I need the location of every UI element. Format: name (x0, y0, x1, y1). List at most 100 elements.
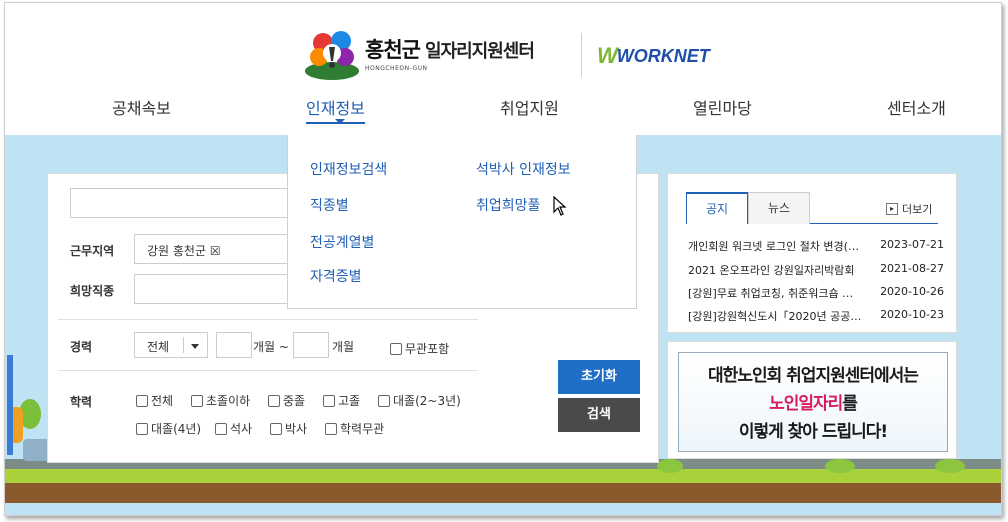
active-caret-icon (335, 119, 345, 124)
edu-label: 고졸 (338, 394, 361, 408)
county-name: 홍천군 (365, 38, 421, 62)
notice-title: [강원]강원혁신도시「2020년 공공… (688, 310, 862, 323)
submenu-job-wish-pool[interactable]: 취업희망풀 (476, 195, 540, 215)
chevron-right-icon: ▸ (886, 203, 898, 215)
edu-label: 박사 (285, 422, 308, 436)
edu-checkbox-doctor[interactable]: 박사 (270, 420, 307, 437)
tab-notice[interactable]: 공지 (686, 192, 748, 224)
checkbox-box (378, 394, 390, 407)
submenu-by-occupation[interactable]: 직종별 (310, 195, 349, 215)
edu-label: 석사 (230, 422, 253, 436)
more-link[interactable]: ▸ 더보기 (886, 201, 932, 217)
checkbox-box (390, 342, 402, 355)
notice-row[interactable]: [강원]강원혁신도시「2020년 공공… 2020-10-23 (688, 308, 944, 324)
main-navigation: 공채속보 인재정보 취업지원 열린마당 센터소개 (5, 95, 1001, 127)
notice-date: 2020-10-26 (880, 285, 944, 298)
job-label: 희망직종 (70, 284, 115, 298)
logo-divider (581, 33, 582, 77)
edu-label: 초졸이하 (206, 394, 251, 408)
bush-decoration (657, 459, 683, 473)
bush-decoration (825, 459, 855, 473)
keyword-input[interactable] (70, 188, 292, 218)
job-field[interactable] (134, 274, 292, 304)
notice-row[interactable]: 개인회원 워크넷 로그인 절차 변경(… 2023-07-21 (688, 238, 944, 254)
notice-title: 개인회원 워크넷 로그인 절차 변경(… (688, 240, 859, 253)
bush-decoration (935, 459, 965, 473)
notice-title: 2021 온오프라인 강원일자리박람회 (688, 264, 855, 277)
nav-item-recruit-news[interactable]: 공채속보 (112, 95, 171, 119)
tab-news[interactable]: 뉴스 (748, 192, 810, 224)
months-from-unit: 개월 ~ (253, 340, 289, 354)
site-logo[interactable]: 홍천군 일자리지원센터 HONGCHEON-GUN (303, 25, 535, 81)
center-name: 일자리지원센터 (424, 41, 535, 62)
nav-item-open-forum[interactable]: 열린마당 (693, 95, 752, 119)
nav-item-center-intro[interactable]: 센터소개 (887, 95, 946, 119)
browser-frame: 홍천군 일자리지원센터 HONGCHEON-GUN W WORKNET 공채속보… (4, 2, 1002, 516)
checkbox-box (325, 422, 337, 435)
checkbox-box (215, 422, 227, 435)
banner-line-2: 노인일자리를 (679, 389, 947, 414)
grass-strip (5, 469, 1001, 483)
career-select[interactable]: 전체 (134, 332, 208, 358)
county-eng-name: HONGCHEON-GUN (365, 65, 428, 72)
site-header: 홍천군 일자리지원센터 HONGCHEON-GUN W WORKNET 공채속보… (5, 3, 1001, 135)
talent-info-submenu: 인재정보검색 직종별 전공계열별 자격증별 석박사 인재정보 취업희망풀 (287, 135, 637, 309)
career-to-input[interactable] (293, 332, 329, 358)
education-label: 학력 (70, 395, 93, 409)
chevron-down-icon (191, 344, 199, 349)
submenu-by-certificate[interactable]: 자격증별 (310, 266, 362, 286)
notice-title: [강원]무료 취업코칭, 취준워크숍 … (688, 287, 854, 300)
submenu-by-major[interactable]: 전공계열별 (310, 232, 374, 252)
senior-jobs-banner[interactable]: 대한노인회 취업지원센터에서는 노인일자리를 이렇게 찾아 드립니다! (678, 352, 948, 452)
search-button[interactable]: 검색 (558, 398, 640, 432)
banner-line-2-rest: 를 (842, 394, 858, 414)
region-field[interactable]: 강원 홍천군 ☒ (134, 234, 292, 264)
divider (58, 319, 478, 320)
nav-item-job-support[interactable]: 취업지원 (500, 95, 559, 119)
banner-line-3: 이렇게 찾아 드립니다! (738, 422, 888, 442)
career-label: 경력 (70, 340, 93, 354)
worknet-logo[interactable]: W WORKNET (597, 43, 710, 69)
worknet-text: WORKNET (616, 45, 710, 66)
notice-date: 2023-07-21 (880, 238, 944, 251)
checkbox-box (136, 422, 148, 435)
edu-label: 대졸(4년) (151, 422, 202, 436)
edu-checkbox-university[interactable]: 대졸(4년) (136, 420, 201, 437)
submenu-masters-doctors[interactable]: 석박사 인재정보 (476, 159, 571, 179)
select-separator (183, 337, 184, 353)
notice-row[interactable]: 2021 온오프라인 강원일자리박람회 2021-08-27 (688, 262, 944, 278)
edu-checkbox-elementary[interactable]: 초졸이하 (191, 392, 250, 409)
checkbox-box (191, 394, 203, 407)
edu-label: 대졸(2~3년) (393, 394, 461, 408)
more-label: 더보기 (902, 203, 933, 216)
reset-button[interactable]: 초기화 (558, 360, 640, 394)
edu-label: 학력무관 (340, 422, 385, 436)
edu-label: 전체 (151, 394, 174, 408)
hongcheon-emblem-icon (303, 25, 361, 81)
notice-board: 공지 뉴스 ▸ 더보기 개인회원 워크넷 로그인 절차 변경(… 2023-07… (667, 173, 957, 333)
edu-checkbox-any[interactable]: 학력무관 (325, 420, 384, 437)
notice-date: 2020-10-23 (880, 308, 944, 321)
region-value: 강원 홍천군 ☒ (147, 244, 221, 258)
checkbox-box (270, 422, 282, 435)
checkbox-box (136, 394, 148, 407)
region-label: 근무지역 (70, 244, 115, 258)
edu-checkbox-college[interactable]: 대졸(2~3년) (378, 392, 461, 409)
banner-container: 대한노인회 취업지원센터에서는 노인일자리를 이렇게 찾아 드립니다! (667, 341, 957, 459)
months-to-unit: 개월 (332, 340, 355, 354)
edu-checkbox-all[interactable]: 전체 (136, 392, 173, 409)
edu-checkbox-middle[interactable]: 중졸 (268, 392, 305, 409)
career-from-input[interactable] (216, 332, 252, 358)
notice-date: 2021-08-27 (880, 262, 944, 275)
notice-row[interactable]: [강원]무료 취업코칭, 취준워크숍 … 2020-10-26 (688, 285, 944, 301)
dirt-strip (5, 483, 1001, 503)
submenu-talent-search[interactable]: 인재정보검색 (310, 159, 387, 179)
banner-line-1: 대한노인회 취업지원센터에서는 (708, 366, 919, 386)
career-any-checkbox[interactable]: 무관포함 (390, 340, 449, 357)
worknet-w-icon: W (597, 43, 618, 68)
edu-checkbox-master[interactable]: 석사 (215, 420, 252, 437)
pole-decoration (7, 355, 13, 455)
tab-underline (810, 223, 938, 224)
edu-checkbox-high[interactable]: 고졸 (323, 392, 360, 409)
career-select-value: 전체 (147, 340, 170, 354)
